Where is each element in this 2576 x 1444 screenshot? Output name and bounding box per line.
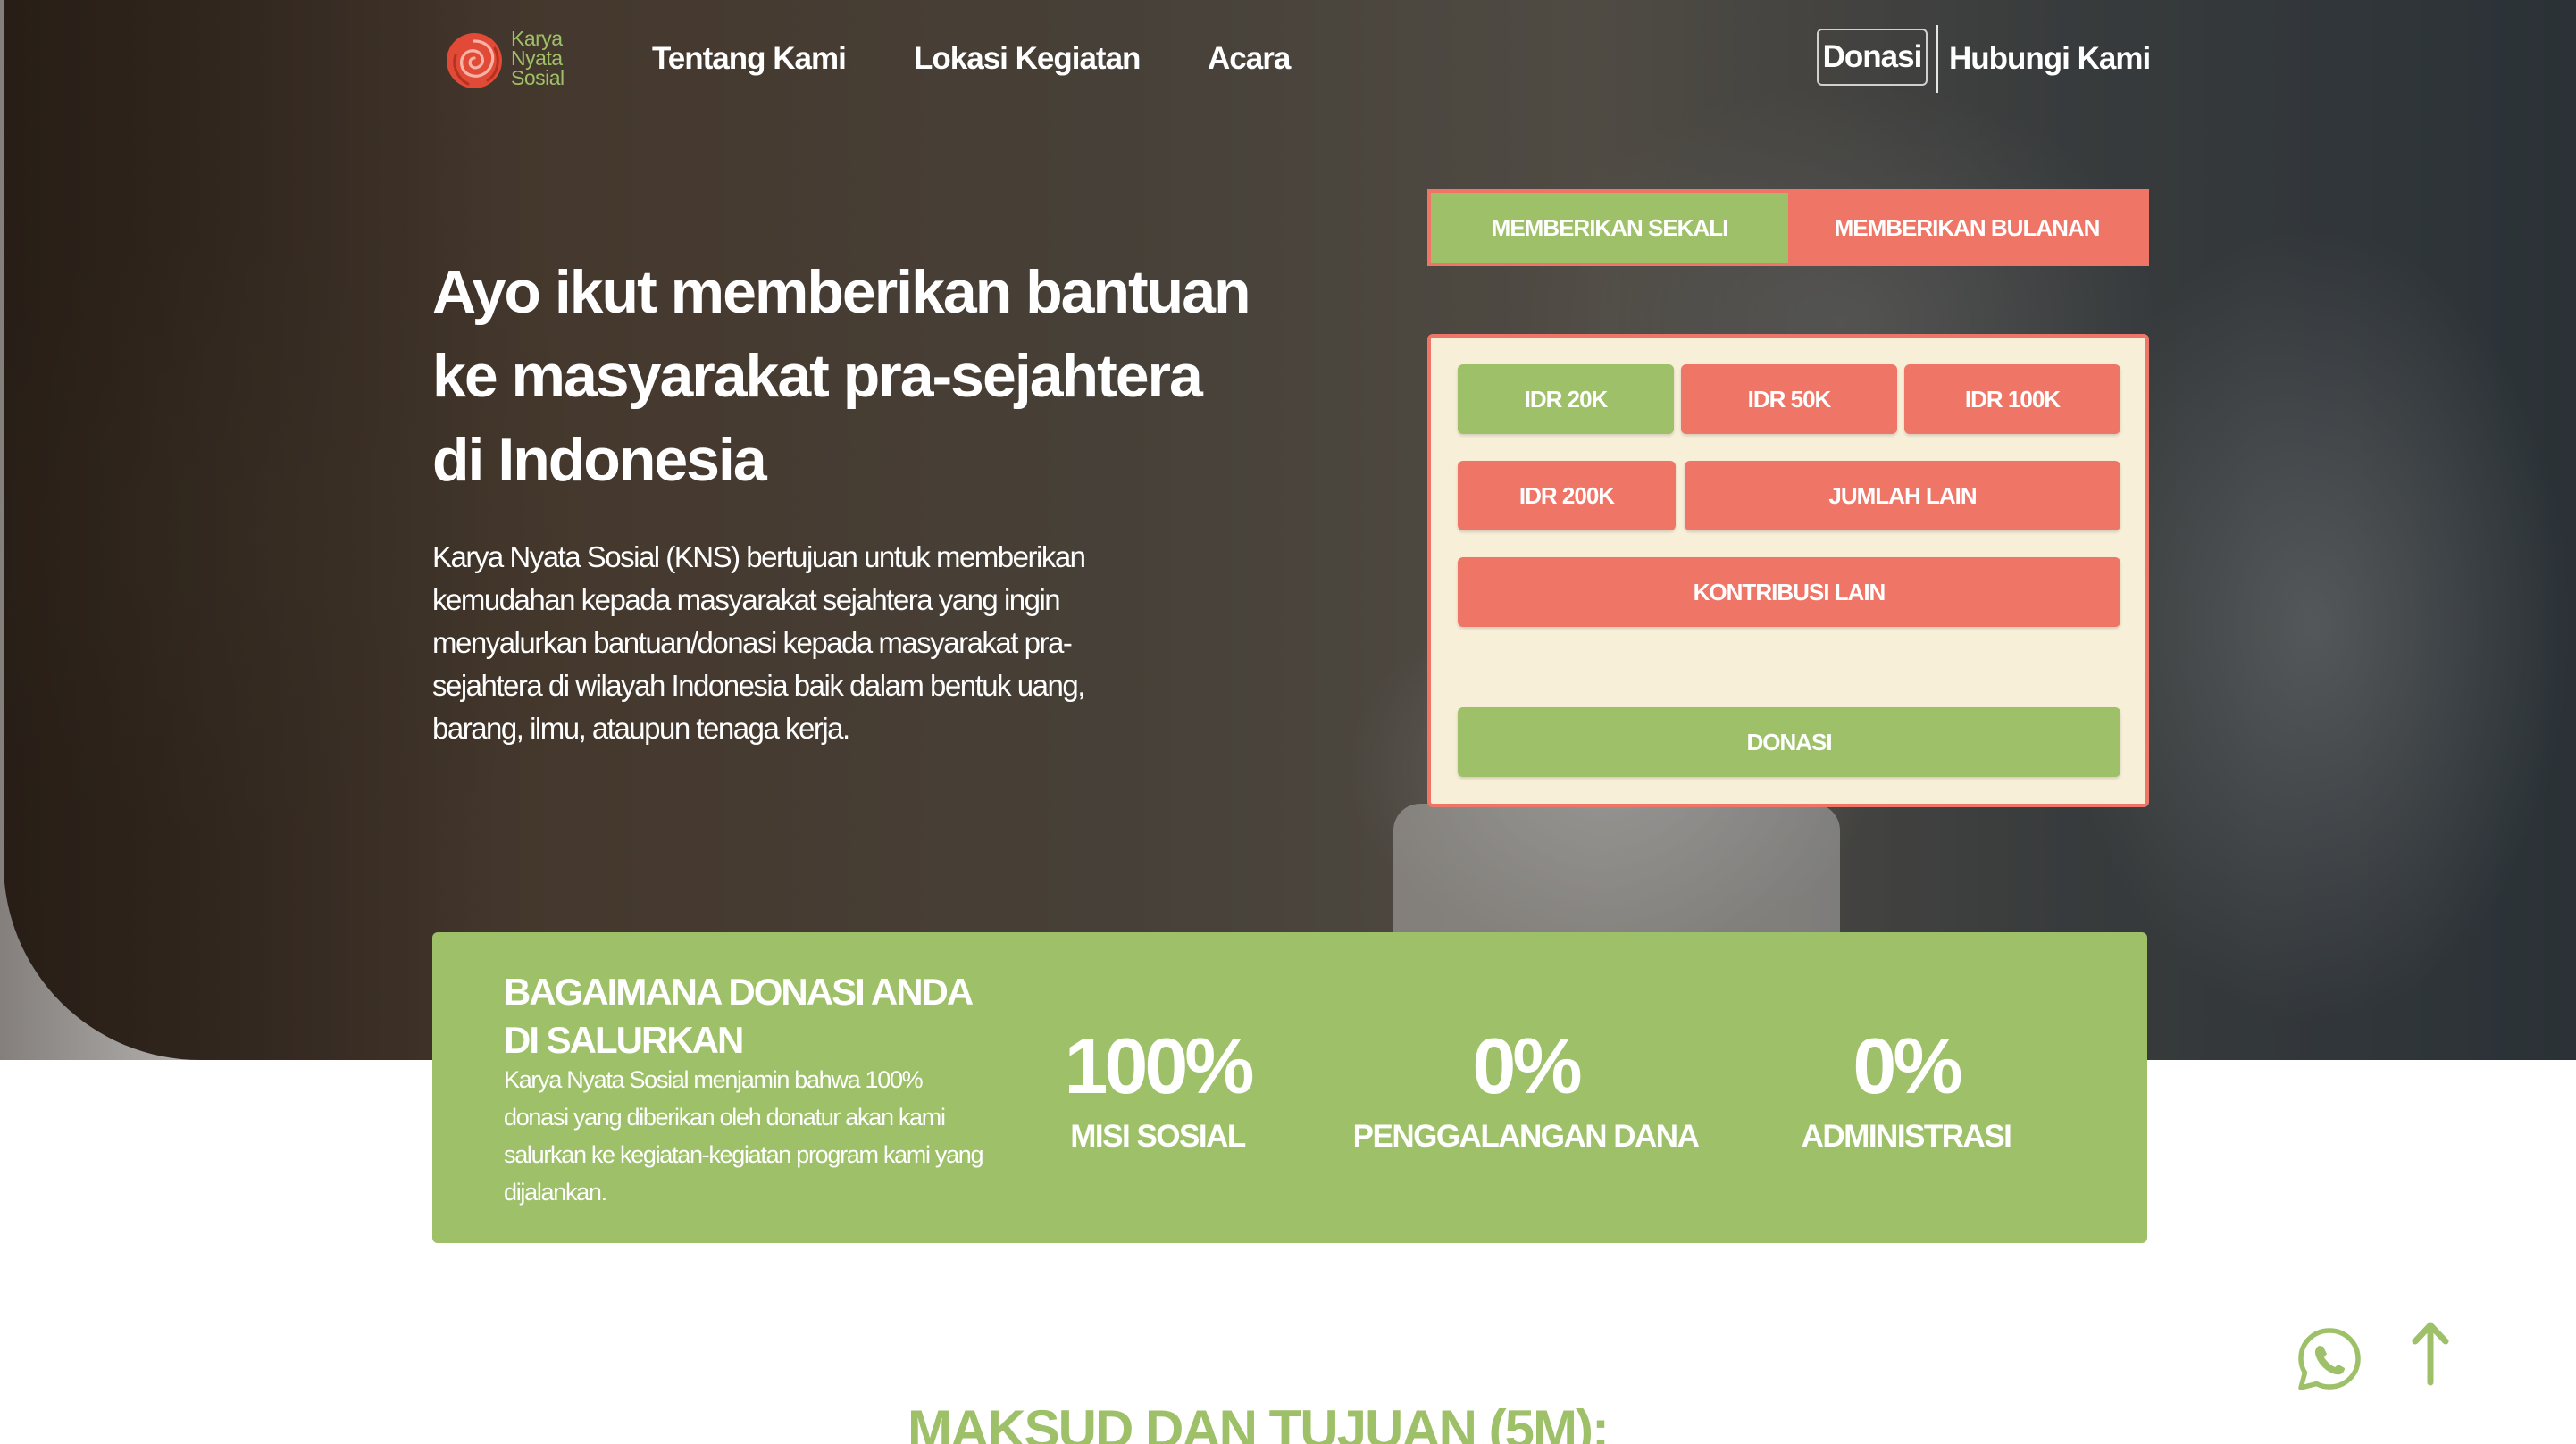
stat-penggalangan-dana: 0% PENGGALANGAN DANA [1329,1022,1722,1156]
allocation-description-line: donasi yang diberikan oleh donatur akan … [504,1104,946,1131]
amount-button-other[interactable]: JUMLAH LAIN [1685,461,2120,530]
amount-button-20k[interactable]: IDR 20K [1458,364,1674,434]
amount-button-200k[interactable]: IDR 200K [1458,461,1676,530]
stat-value: 100% [1064,1022,1254,1110]
logo-wordmark: Karya Nyata Sosial [511,29,565,88]
tab-memberikan-sekali[interactable]: MEMBERIKAN SEKALI [1431,193,1788,263]
hero-description-line: menyalurkan bantuan/donasi kepada masyar… [432,626,1073,659]
donate-submit-button[interactable]: DONASI [1458,707,2120,777]
hero-description-line: barang, ilmu, ataupun tenaga kerja. [432,712,850,745]
stat-misi-sosial: 100% MISI SOSIAL [961,1022,1354,1156]
stat-value: 0% [1472,1022,1582,1110]
logo-line: Sosial [511,66,565,89]
section-title-maksud-dan-tujuan: MAKSUD DAN TUJUAN (5M): [907,1399,1610,1444]
nav-link-tentang-kami[interactable]: Tentang Kami [652,40,847,78]
allocation-description-line: dijalankan. [504,1179,607,1206]
logo-line: Nyata [511,46,563,70]
whatsapp-icon[interactable] [2296,1325,2363,1393]
hero-description-line: sejahtera di wilayah Indonesia baik dala… [432,669,1085,702]
hero-image-shade-left [0,0,500,1060]
nav-link-acara[interactable]: Acara [1208,40,1291,78]
allocation-title-line: DI SALURKAN [504,1019,744,1061]
nav-divider [1936,25,1938,93]
arrow-up-icon[interactable] [2408,1320,2453,1386]
allocation-title: BAGAIMANA DONASI ANDA DI SALURKAN [504,968,1040,1064]
nav-link-lokasi-kegiatan[interactable]: Lokasi Kegiatan [914,40,1141,78]
donation-panel: IDR 20K IDR 50K IDR 100K IDR 200K JUMLAH… [1427,334,2149,807]
rose-logo-icon [447,33,502,88]
hero-title-line: Ayo ikut memberikan bantuan [432,258,1251,326]
nav-link-hubungi-kami[interactable]: Hubungi Kami [1949,40,2151,78]
stat-label: ADMINISTRASI [1801,1119,2012,1154]
amount-button-50k[interactable]: IDR 50K [1681,364,1897,434]
allocation-description: Karya Nyata Sosial menjamin bahwa 100% d… [504,1061,1040,1211]
logo-line: Karya [511,27,563,50]
stat-label: PENGGALANGAN DANA [1352,1119,1700,1154]
hero-description-line: Karya Nyata Sosial (KNS) bertujuan untuk… [432,540,1086,573]
hero-description: Karya Nyata Sosial (KNS) bertujuan untuk… [432,536,1129,750]
allocation-description-line: salurkan ke kegiatan-kegiatan program ka… [504,1141,984,1168]
hero-title: Ayo ikut memberikan bantuan ke masyaraka… [432,250,1308,502]
nav-donasi-button[interactable]: Donasi [1817,29,1928,86]
allocation-description-line: Karya Nyata Sosial menjamin bahwa 100% [504,1066,924,1093]
donation-frequency-tabs: MEMBERIKAN SEKALI MEMBERIKAN BULANAN [1427,189,2149,266]
hero-title-line: di Indonesia [432,426,767,494]
other-contribution-button[interactable]: KONTRIBUSI LAIN [1458,557,2120,627]
donation-allocation-section: BAGAIMANA DONASI ANDA DI SALURKAN Karya … [432,932,2147,1243]
hero-description-line: kemudahan kepada masyarakat sejahtera ya… [432,583,1061,616]
site-logo[interactable]: Karya Nyata Sosial [443,25,577,93]
stat-label: MISI SOSIAL [1070,1119,1246,1154]
allocation-title-line: BAGAIMANA DONASI ANDA [504,971,974,1013]
stat-administrasi: 0% ADMINISTRASI [1710,1022,2103,1156]
amount-button-100k[interactable]: IDR 100K [1904,364,2120,434]
stat-value: 0% [1853,1022,1962,1110]
tab-memberikan-bulanan[interactable]: MEMBERIKAN BULANAN [1788,193,2145,263]
hero-title-line: ke masyarakat pra-sejahtera [432,342,1203,410]
